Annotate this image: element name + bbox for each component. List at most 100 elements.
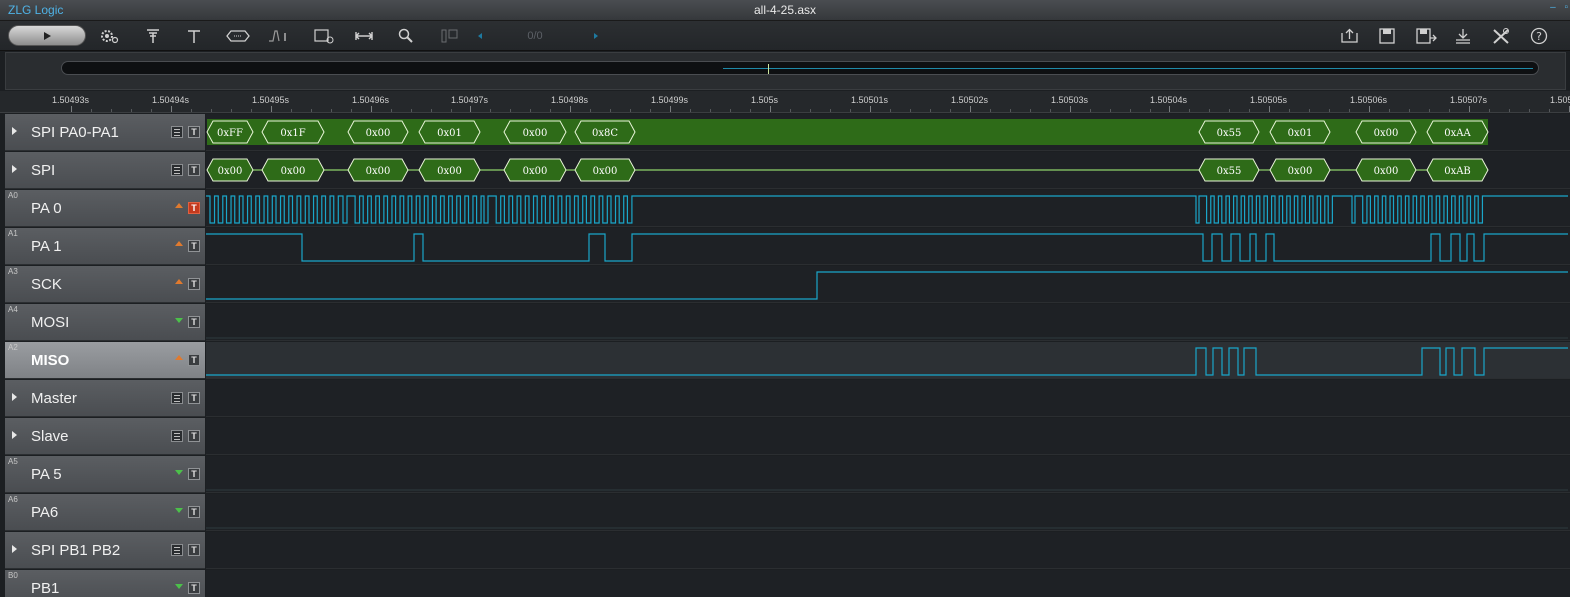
edge-rising-icon[interactable]	[175, 279, 183, 284]
trigger-button[interactable]: T	[188, 278, 200, 290]
tools-icon[interactable]	[1489, 25, 1513, 47]
edge-rising-icon[interactable]	[175, 241, 183, 246]
channel-label[interactable]: A3 SCK T	[5, 266, 205, 303]
expand-arrow-icon[interactable]	[12, 127, 17, 135]
trigger-button[interactable]: T	[188, 582, 200, 594]
edge-falling-icon[interactable]	[175, 508, 183, 513]
channel-row[interactable]: A4 MOSI T	[0, 304, 1570, 342]
channel-label[interactable]: Slave T	[5, 418, 205, 455]
trigger-button[interactable]: T	[188, 240, 200, 252]
trigger-button[interactable]: T	[188, 354, 200, 366]
settings-icon[interactable]	[97, 25, 121, 47]
channel-label[interactable]: A4 MOSI T	[5, 304, 205, 341]
export-icon[interactable]	[1337, 25, 1361, 47]
next-icon[interactable]	[584, 25, 608, 47]
channel-label[interactable]: SPI PA0-PA1 T	[5, 114, 205, 151]
edge-rising-icon[interactable]	[175, 355, 183, 360]
expand-arrow-icon[interactable]	[12, 431, 17, 439]
channel-label[interactable]: A6 PA6 T	[5, 494, 205, 531]
channel-waveform-area[interactable]	[206, 380, 1570, 417]
trigger-button[interactable]: T	[188, 126, 200, 138]
trigger-button[interactable]: T	[188, 392, 200, 404]
channel-label[interactable]: A1 PA 1 T	[5, 228, 205, 265]
channel-row[interactable]: A2 MISO T	[0, 342, 1570, 380]
channel-waveform-area[interactable]	[206, 152, 1570, 189]
fit-width-icon[interactable]	[352, 25, 376, 47]
channel-label[interactable]: SPI T	[5, 152, 205, 189]
decode-list-icon[interactable]	[171, 430, 183, 442]
column-icon[interactable]	[437, 25, 461, 47]
trigger-button[interactable]: T	[188, 468, 200, 480]
trigger-button[interactable]: T	[188, 202, 200, 214]
trigger-icon[interactable]	[141, 25, 165, 47]
trigger-button[interactable]: T	[188, 544, 200, 556]
search-icon[interactable]	[394, 25, 418, 47]
decode-list-icon[interactable]	[171, 392, 183, 404]
overview-visible-range[interactable]	[723, 63, 1533, 73]
save-as-icon[interactable]	[1413, 25, 1437, 47]
channel-row[interactable]: Master T	[0, 380, 1570, 418]
channel-waveform-area[interactable]	[206, 266, 1570, 303]
channel-name: PA6	[31, 504, 59, 521]
edge-falling-icon[interactable]	[175, 470, 183, 475]
trigger-button[interactable]: T	[188, 506, 200, 518]
channel-waveform-area[interactable]	[206, 190, 1570, 227]
channel-row[interactable]: A5 PA 5 T	[0, 456, 1570, 494]
channel-waveform-area[interactable]	[206, 456, 1570, 493]
trigger-button[interactable]: T	[188, 164, 200, 176]
ruler-minor-tick	[650, 109, 651, 112]
channel-row[interactable]: SPI T	[0, 152, 1570, 190]
decode-list-icon[interactable]	[171, 164, 183, 176]
expand-arrow-icon[interactable]	[12, 545, 17, 553]
prev-icon[interactable]	[468, 25, 492, 47]
save-icon[interactable]	[1375, 25, 1399, 47]
channel-row[interactable]: Slave T	[0, 418, 1570, 456]
channel-waveform-area[interactable]	[206, 304, 1570, 341]
decode-list-icon[interactable]	[171, 126, 183, 138]
edge-falling-icon[interactable]	[175, 318, 183, 323]
expand-arrow-icon[interactable]	[12, 393, 17, 401]
channel-waveform-area[interactable]	[206, 418, 1570, 455]
channel-name: PA 0	[31, 200, 62, 217]
channel-label[interactable]: A5 PA 5 T	[5, 456, 205, 493]
decode-list-icon[interactable]	[171, 544, 183, 556]
time-ruler[interactable]: 1.50493s 1.50494s 1.50495s 1.50496s 1.50497s…	[0, 91, 1570, 113]
text-icon[interactable]	[182, 25, 206, 47]
channel-waveform-area[interactable]	[206, 570, 1570, 597]
channel-label[interactable]: SPI PB1 PB2 T	[5, 532, 205, 569]
channel-waveform-area[interactable]	[206, 532, 1570, 569]
channel-waveform-area[interactable]	[206, 228, 1570, 265]
channel-label[interactable]: Master T	[5, 380, 205, 417]
channel-row[interactable]: A6 PA6 T	[0, 494, 1570, 532]
edge-falling-icon[interactable]	[175, 584, 183, 589]
overview-scrollbar[interactable]	[61, 61, 1539, 75]
channel-label[interactable]: A0 PA 0 T	[5, 190, 205, 227]
channel-row[interactable]: SPI PA0-PA1 T	[0, 114, 1570, 152]
minimize-button[interactable]: –	[1550, 2, 1556, 13]
channel-waveform-area[interactable]	[206, 342, 1570, 379]
trigger-button[interactable]: T	[188, 430, 200, 442]
channel-row[interactable]: A3 SCK T	[0, 266, 1570, 304]
trigger-button[interactable]: T	[188, 316, 200, 328]
download-icon[interactable]	[1451, 25, 1475, 47]
help-icon[interactable]: ?	[1527, 25, 1551, 47]
channel-waveform-area[interactable]	[206, 494, 1570, 531]
expand-arrow-icon[interactable]	[12, 165, 17, 173]
bus-decode-icon[interactable]	[224, 25, 250, 47]
maximize-button[interactable]: ▫	[1564, 2, 1568, 13]
channel-name: MISO	[31, 352, 70, 369]
channel-row[interactable]: A0 PA 0 T	[0, 190, 1570, 228]
channel-label[interactable]: A2 MISO T	[5, 342, 205, 379]
channel-waveform-area[interactable]	[206, 114, 1570, 151]
channel-code: A4	[8, 305, 18, 314]
channel-row[interactable]: B0 PB1 T	[0, 570, 1570, 597]
ruler-minor-tick	[151, 109, 152, 112]
edge-rising-icon[interactable]	[175, 203, 183, 208]
channel-label[interactable]: B0 PB1 T	[5, 570, 205, 597]
overview-cursor[interactable]	[768, 64, 769, 74]
channel-row[interactable]: SPI PB1 PB2 T	[0, 532, 1570, 570]
pulse-icon[interactable]	[265, 25, 289, 47]
run-button[interactable]	[8, 25, 86, 46]
channel-row[interactable]: A1 PA 1 T	[0, 228, 1570, 266]
measure-icon[interactable]	[310, 25, 334, 47]
